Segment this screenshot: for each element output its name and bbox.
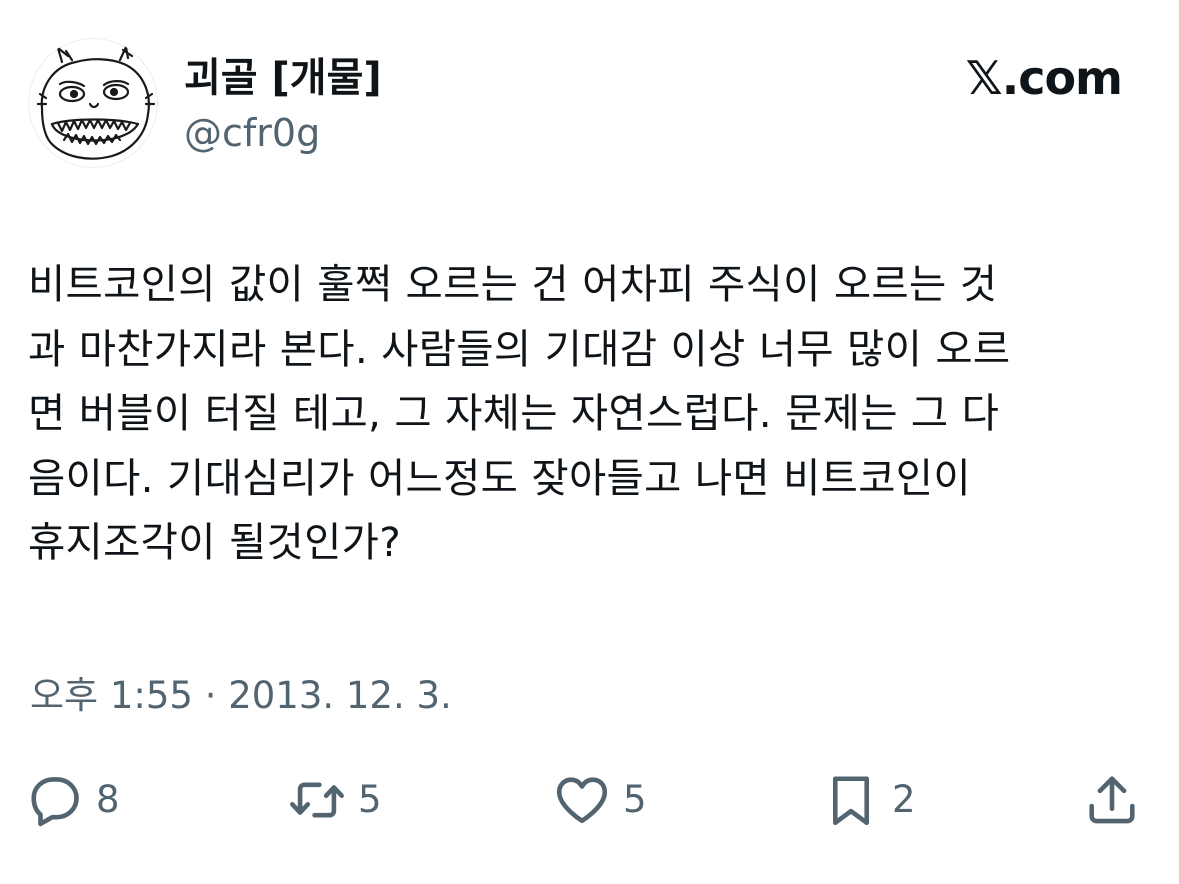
share-upload-icon <box>1089 776 1135 824</box>
share-button[interactable] <box>1083 762 1141 838</box>
x-brand-logo: 𝕏.com <box>965 51 1123 105</box>
bookmark-icon <box>832 776 870 826</box>
tweet-header: 괴골 [개물] @cfr0g 𝕏.com <box>0 0 1179 180</box>
heart-icon <box>556 777 608 824</box>
reply-button[interactable]: 8 <box>26 762 120 838</box>
retweet-arrows-icon <box>290 782 344 818</box>
like-count: 5 <box>623 778 647 821</box>
avatar[interactable] <box>28 38 158 168</box>
author-handle[interactable]: @cfr0g <box>184 108 320 158</box>
tweet-timestamp[interactable]: 오후 1:55 · 2013. 12. 3. <box>30 668 452 724</box>
speech-bubble-icon <box>31 777 79 827</box>
author-display-name[interactable]: 괴골 [개물] <box>184 52 382 104</box>
tweet-text: 비트코인의 값이 훌쩍 오르는 건 어차피 주식이 오르는 것 과 마찬가지라 … <box>28 260 1011 566</box>
reply-count: 8 <box>96 778 120 821</box>
retweet-button[interactable]: 5 <box>288 762 382 838</box>
monster-sketch-avatar-icon <box>36 45 156 160</box>
bookmark-count: 2 <box>892 778 916 821</box>
bookmark-button[interactable]: 2 <box>822 762 916 838</box>
retweet-count: 5 <box>358 778 382 821</box>
like-button[interactable]: 5 <box>553 762 647 838</box>
tweet-action-bar: 8 5 5 2 <box>0 762 1179 838</box>
